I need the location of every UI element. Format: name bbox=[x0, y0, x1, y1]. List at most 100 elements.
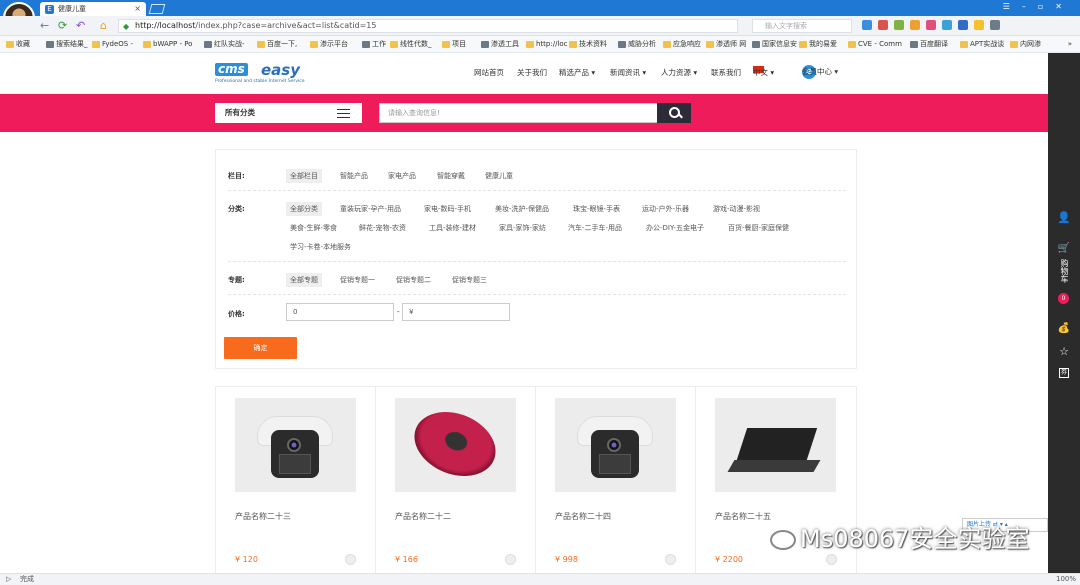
refresh-icon[interactable]: ⟳ bbox=[58, 19, 67, 32]
new-tab-button[interactable] bbox=[148, 4, 166, 14]
filter-category-option[interactable]: 百货-餐厨-家庭保健 bbox=[728, 223, 789, 233]
product-name[interactable]: 产品名称二十二 bbox=[395, 511, 451, 522]
window-controls[interactable]: ☰–▫✕ bbox=[1003, 2, 1074, 11]
filter-category-option[interactable]: 办公-DIY-五金电子 bbox=[646, 223, 704, 233]
bookmark-item[interactable]: 应急响应 bbox=[663, 36, 701, 52]
confirm-button[interactable]: 确定 bbox=[224, 337, 297, 359]
filter-column-option[interactable]: 智能产品 bbox=[340, 171, 368, 181]
bookmark-item[interactable]: 收藏 bbox=[6, 36, 30, 52]
filter-category-option[interactable]: 汽车-二手车-用品 bbox=[568, 223, 622, 233]
search-button[interactable] bbox=[657, 103, 691, 123]
close-tab-icon[interactable]: × bbox=[134, 2, 141, 16]
filter-category-option[interactable]: 工具-装修-建材 bbox=[429, 223, 476, 233]
filter-topic-option[interactable]: 全部专题 bbox=[286, 273, 322, 287]
filter-category-option[interactable]: 家电-数码-手机 bbox=[424, 204, 471, 214]
cart-icon[interactable]: 🛒 bbox=[1048, 243, 1080, 254]
bookmark-item[interactable]: 红队实战- bbox=[204, 36, 245, 52]
price-max-input[interactable]: ¥ bbox=[402, 303, 510, 321]
home-icon[interactable]: ⌂ bbox=[100, 19, 107, 32]
bookmark-item[interactable]: 国家信息安 bbox=[752, 36, 797, 52]
filter-column-option[interactable]: 家电产品 bbox=[388, 171, 416, 181]
site-search-input[interactable]: 请输入查询信息! bbox=[379, 103, 658, 123]
nav-about[interactable]: 关于我们 bbox=[517, 66, 547, 80]
nav-contact[interactable]: 联系我们 bbox=[711, 66, 741, 80]
filter-column-option[interactable]: 全部栏目 bbox=[286, 169, 322, 183]
product-name[interactable]: 产品名称二十三 bbox=[235, 511, 291, 522]
bookmark-item[interactable]: APT实战谈 bbox=[960, 36, 1004, 52]
category-search-bar: 所有分类 请输入查询信息! bbox=[0, 94, 1048, 132]
bookmark-item[interactable]: 技术资料 bbox=[569, 36, 607, 52]
filter-category-option[interactable]: 运动-户外-乐器 bbox=[642, 204, 689, 214]
filter-category-option[interactable]: 珠宝-眼镜-手表 bbox=[573, 204, 620, 214]
menu-icon bbox=[990, 20, 1000, 30]
mail-icon bbox=[926, 20, 936, 30]
product-image[interactable] bbox=[715, 398, 836, 492]
bookmark-item[interactable]: 渗示平台 bbox=[310, 36, 348, 52]
filter-column-option[interactable]: 智能穿戴 bbox=[437, 171, 465, 181]
product-card[interactable]: 产品名称二十三 ¥ 120 bbox=[216, 387, 376, 573]
nav-hr[interactable]: 人力资源 ▾ bbox=[661, 66, 697, 80]
bookmark-item[interactable]: 搜索结果_ bbox=[46, 36, 88, 52]
bookmark-item[interactable]: 我的易爱 bbox=[799, 36, 837, 52]
url-input[interactable]: ◆ http://localhost/index.php?case=archiv… bbox=[118, 19, 738, 33]
bookmark-item[interactable]: 工作 bbox=[362, 36, 386, 52]
url-host: http://localhost bbox=[135, 21, 196, 30]
price-min-input[interactable]: 0 bbox=[286, 303, 394, 321]
product-name[interactable]: 产品名称二十四 bbox=[555, 511, 611, 522]
bookmark-item[interactable]: http://loc bbox=[526, 36, 568, 52]
money-bag-icon[interactable]: 💰 bbox=[1048, 323, 1080, 334]
filter-topic-option[interactable]: 促销专题三 bbox=[452, 275, 487, 285]
watermark: Ms08067安全实验室 bbox=[770, 519, 1030, 559]
filter-category-option[interactable]: 鲜花-宠物-农资 bbox=[359, 223, 406, 233]
product-name[interactable]: 产品名称二十五 bbox=[715, 511, 771, 522]
bookmark-item[interactable]: FydeOS - bbox=[92, 36, 133, 52]
bookmark-item[interactable]: CVE - Comm bbox=[848, 36, 902, 52]
nav-products[interactable]: 精选产品 ▾ bbox=[559, 66, 595, 80]
filter-category-option[interactable]: 家具-家饰-家纺 bbox=[499, 223, 546, 233]
all-categories-button[interactable]: 所有分类 bbox=[215, 103, 362, 123]
filter-category-option[interactable]: 学习-卡卷-本地服务 bbox=[290, 242, 351, 252]
bookmark-item[interactable]: 项目 bbox=[442, 36, 466, 52]
more-bookmarks-icon[interactable]: » bbox=[1068, 36, 1072, 52]
cart-label[interactable]: 购物车 bbox=[1059, 259, 1069, 283]
product-image[interactable] bbox=[555, 398, 676, 492]
product-card[interactable]: 产品名称二十二 ¥ 166 bbox=[376, 387, 536, 573]
nav-home[interactable]: 网站首页 bbox=[474, 66, 504, 80]
filter-category-option[interactable]: 童装玩家-孕产-用品 bbox=[340, 204, 401, 214]
zoom-level[interactable]: 100% bbox=[1056, 574, 1076, 585]
filter-topic-option[interactable]: 促销专题二 bbox=[396, 275, 431, 285]
browser-search-input[interactable]: 输入文字搜索 bbox=[752, 19, 852, 33]
filter-category-label: 分类: bbox=[228, 205, 245, 213]
undo-icon[interactable]: ↶ bbox=[76, 19, 85, 32]
filter-category-option[interactable]: 游戏-动漫-影视 bbox=[713, 204, 760, 214]
site-logo[interactable]: cms easy Professional and stable Interne… bbox=[215, 61, 325, 89]
bookmark-item[interactable]: 线性代数_ bbox=[390, 36, 432, 52]
divider bbox=[228, 190, 846, 191]
extension-icons[interactable] bbox=[862, 20, 1072, 32]
product-image[interactable] bbox=[395, 398, 516, 492]
bookmark-item[interactable]: bWAPP - Po bbox=[143, 36, 192, 52]
star-icon[interactable]: ☆ bbox=[1048, 345, 1080, 358]
add-to-cart-icon[interactable] bbox=[505, 554, 516, 565]
coupon-icon[interactable]: 券 bbox=[1059, 368, 1069, 378]
bookmark-item[interactable]: 百度翻译 bbox=[910, 36, 948, 52]
bookmark-item[interactable]: 威胁分析 bbox=[618, 36, 656, 52]
filter-category-option[interactable]: 美妆-洗护-保健品 bbox=[495, 204, 549, 214]
bookmark-item[interactable]: 渗透工具 bbox=[481, 36, 519, 52]
browser-tab-active[interactable]: E 健康儿童 × bbox=[40, 2, 146, 16]
bookmark-item[interactable]: 内网渗 bbox=[1010, 36, 1041, 52]
bookmark-item[interactable]: 渗透师 网 bbox=[706, 36, 746, 52]
bookmark-item[interactable]: 百度一下, bbox=[257, 36, 297, 52]
product-card[interactable]: 产品名称二十四 ¥ 998 bbox=[536, 387, 696, 573]
user-icon[interactable]: 👤 bbox=[1048, 211, 1080, 224]
filter-panel: 栏目: 全部栏目 智能产品 家电产品 智能穿戴 健康儿童 分类: 全部分类 童装… bbox=[215, 149, 857, 369]
product-image[interactable] bbox=[235, 398, 356, 492]
add-to-cart-icon[interactable] bbox=[665, 554, 676, 565]
nav-news[interactable]: 新闻资讯 ▾ bbox=[610, 66, 646, 80]
filter-category-option[interactable]: 全部分类 bbox=[286, 202, 322, 216]
add-to-cart-icon[interactable] bbox=[345, 554, 356, 565]
filter-column-option[interactable]: 健康儿童 bbox=[485, 171, 513, 181]
filter-category-option[interactable]: 美食-生鲜-零食 bbox=[290, 223, 337, 233]
back-icon[interactable]: ← bbox=[40, 19, 49, 32]
filter-topic-option[interactable]: 促销专题一 bbox=[340, 275, 375, 285]
